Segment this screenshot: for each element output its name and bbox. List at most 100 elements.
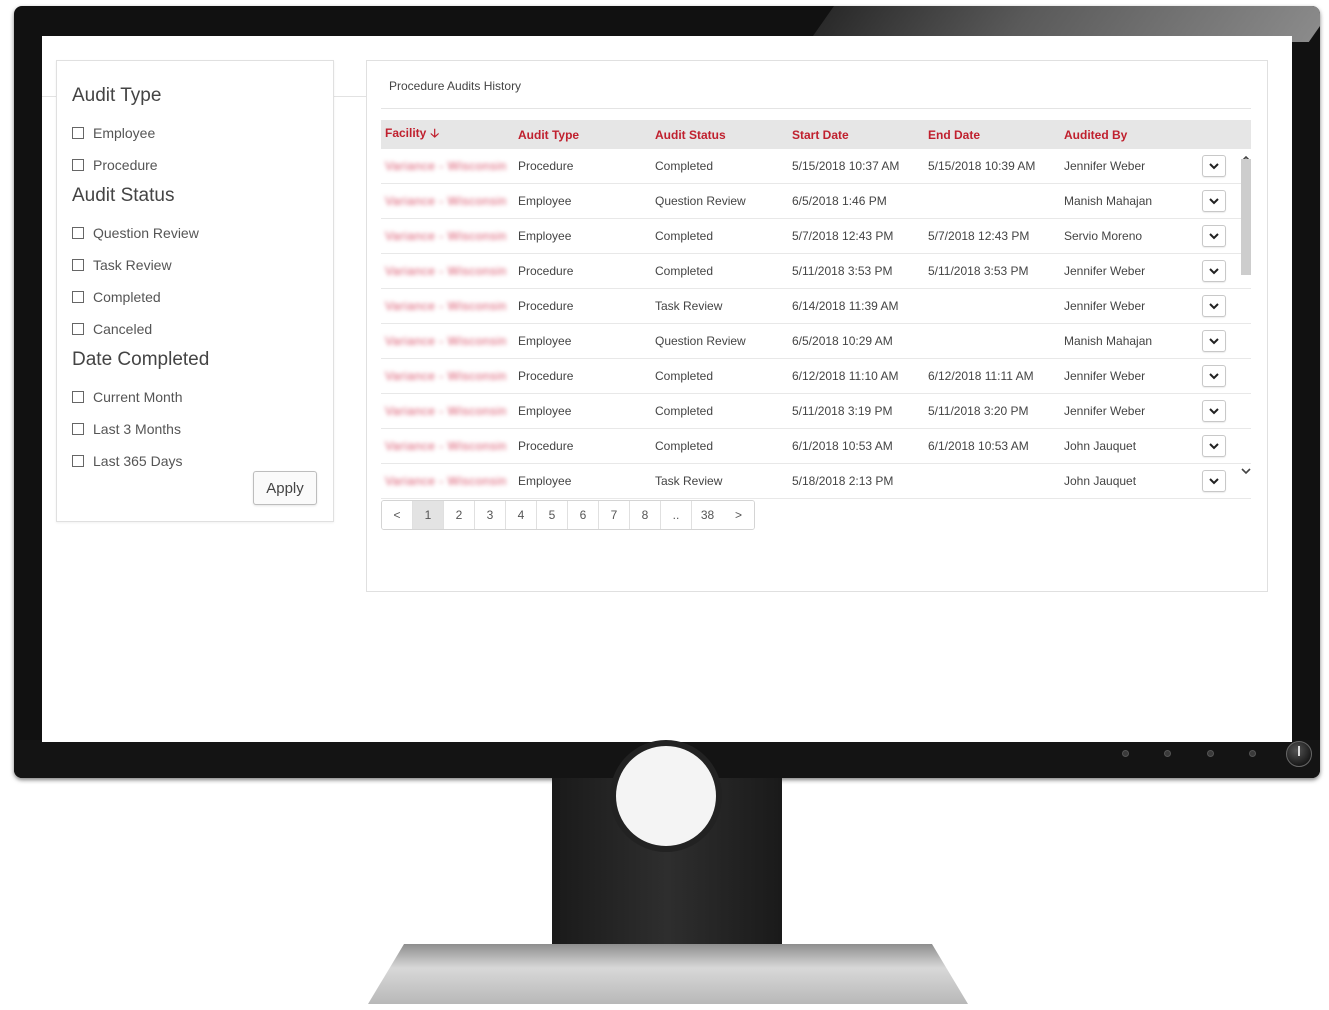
page-number-button[interactable]: 38 bbox=[692, 501, 723, 529]
cell-start-date: 5/15/2018 10:37 AM bbox=[792, 159, 900, 173]
checkbox[interactable] bbox=[72, 127, 84, 139]
facility-name-redacted: Variance - Wisconsin bbox=[385, 334, 507, 348]
facility-name-redacted: Variance - Wisconsin bbox=[385, 439, 507, 453]
monitor-screen: Audit Type Employee Procedure Audit Statu… bbox=[42, 36, 1292, 742]
table-scrollbar[interactable] bbox=[1239, 149, 1253, 499]
table-row: Variance - Wisconsin Procedure Completed 5/… bbox=[381, 149, 1251, 184]
cell-start-date: 5/7/2018 12:43 PM bbox=[792, 229, 894, 243]
cell-start-date: 6/1/2018 10:53 AM bbox=[792, 439, 893, 453]
cell-audit-type: Procedure bbox=[518, 369, 574, 383]
row-expand-button[interactable] bbox=[1202, 435, 1226, 457]
checkbox[interactable] bbox=[72, 291, 84, 303]
monitor-stand-cutout bbox=[610, 740, 722, 852]
row-expand-button[interactable] bbox=[1202, 225, 1226, 247]
row-expand-button[interactable] bbox=[1202, 155, 1226, 177]
row-expand-button[interactable] bbox=[1202, 330, 1226, 352]
row-expand-button[interactable] bbox=[1202, 295, 1226, 317]
column-header-start-date[interactable]: Start Date bbox=[792, 128, 928, 142]
cell-audit-type: Procedure bbox=[518, 264, 574, 278]
row-expand-button[interactable] bbox=[1202, 400, 1226, 422]
audits-table: Facility 🡣 Audit Type Audit Status Start … bbox=[381, 120, 1251, 499]
page-prev-button[interactable]: < bbox=[382, 501, 413, 529]
row-expand-button[interactable] bbox=[1202, 470, 1226, 492]
cell-audited-by: Manish Mahajan bbox=[1064, 194, 1153, 208]
column-header-facility[interactable]: Facility 🡣 bbox=[381, 124, 518, 145]
filter-option-label: Employee bbox=[93, 125, 156, 141]
chevron-down-icon bbox=[1209, 163, 1219, 170]
filter-option[interactable]: Current Month bbox=[72, 381, 333, 413]
cell-audited-by: John Jauquet bbox=[1064, 439, 1137, 453]
filter-option[interactable]: Employee bbox=[72, 117, 333, 149]
page-number-button[interactable]: 4 bbox=[506, 501, 537, 529]
checkbox[interactable] bbox=[72, 159, 84, 171]
filter-option[interactable]: Completed bbox=[72, 281, 333, 313]
row-expand-button[interactable] bbox=[1202, 190, 1226, 212]
audits-history-panel: Procedure Audits History Facility 🡣 Audit… bbox=[366, 60, 1268, 592]
scroll-down-icon[interactable] bbox=[1240, 465, 1252, 477]
chevron-down-icon bbox=[1209, 233, 1219, 240]
table-row: Variance - Wisconsin Procedure Completed 6/… bbox=[381, 359, 1251, 394]
table-row: Variance - Wisconsin Employee Task Review 5… bbox=[381, 464, 1251, 499]
column-header-end-date[interactable]: End Date bbox=[928, 128, 1064, 142]
facility-name-redacted: Variance - Wisconsin bbox=[385, 264, 507, 278]
monitor-button-dot bbox=[1122, 750, 1129, 757]
page-number-button[interactable]: 2 bbox=[444, 501, 475, 529]
row-expand-button[interactable] bbox=[1202, 260, 1226, 282]
cell-facility: Variance - Wisconsin bbox=[381, 264, 518, 278]
scroll-thumb[interactable] bbox=[1241, 159, 1251, 275]
page-number-button[interactable]: 3 bbox=[475, 501, 506, 529]
table-row: Variance - Wisconsin Employee Question Rev… bbox=[381, 184, 1251, 219]
page-number-button[interactable]: 8 bbox=[630, 501, 661, 529]
sort-down-arrow-icon: 🡣 bbox=[430, 126, 439, 140]
cell-audit-status: Completed bbox=[655, 159, 714, 173]
table-row: Variance - Wisconsin Procedure Completed 6/… bbox=[381, 429, 1251, 464]
filter-option-label: Current Month bbox=[93, 389, 183, 405]
cell-facility: Variance - Wisconsin bbox=[381, 194, 518, 208]
checkbox[interactable] bbox=[72, 455, 84, 467]
facility-name-redacted: Variance - Wisconsin bbox=[385, 229, 507, 243]
cell-audit-status: Question Review bbox=[655, 334, 746, 348]
checkbox[interactable] bbox=[72, 423, 84, 435]
date-completed-options: Current Month Last 3 Months Last 365 Days bbox=[72, 381, 333, 477]
column-header-audited-by[interactable]: Audited By bbox=[1064, 128, 1202, 142]
filter-option[interactable]: Task Review bbox=[72, 249, 333, 281]
filter-option[interactable]: Procedure bbox=[72, 149, 333, 181]
checkbox[interactable] bbox=[72, 391, 84, 403]
column-header-audit-status[interactable]: Audit Status bbox=[655, 128, 792, 142]
cell-actions bbox=[1202, 470, 1238, 492]
cell-audit-type: Employee bbox=[518, 404, 572, 418]
apply-button[interactable]: Apply bbox=[253, 471, 317, 505]
cell-start-date: 5/11/2018 3:19 PM bbox=[792, 404, 893, 418]
cell-audit-status: Completed bbox=[655, 404, 714, 418]
cell-end-date: 5/15/2018 10:39 AM bbox=[928, 159, 1036, 173]
cell-end-date: 5/11/2018 3:20 PM bbox=[928, 404, 1029, 418]
facility-name-redacted: Variance - Wisconsin bbox=[385, 299, 507, 313]
page-next-button[interactable]: > bbox=[723, 501, 754, 529]
cell-audit-status: Question Review bbox=[655, 194, 746, 208]
checkbox[interactable] bbox=[72, 227, 84, 239]
cell-actions bbox=[1202, 260, 1238, 282]
cell-audit-status: Task Review bbox=[655, 299, 723, 313]
filter-option[interactable]: Question Review bbox=[72, 217, 333, 249]
page-number-button[interactable]: 1 bbox=[413, 501, 444, 529]
cell-audit-type: Procedure bbox=[518, 439, 574, 453]
checkbox[interactable] bbox=[72, 259, 84, 271]
filter-option[interactable]: Canceled bbox=[72, 313, 333, 345]
checkbox[interactable] bbox=[72, 323, 84, 335]
cell-start-date: 5/18/2018 2:13 PM bbox=[792, 474, 894, 488]
filter-option[interactable]: Last 3 Months bbox=[72, 413, 333, 445]
facility-name-redacted: Variance - Wisconsin bbox=[385, 404, 507, 418]
monitor-button-dot bbox=[1164, 750, 1171, 757]
row-expand-button[interactable] bbox=[1202, 365, 1226, 387]
cell-audited-by: Manish Mahajan bbox=[1064, 334, 1153, 348]
page-number-button[interactable]: 7 bbox=[599, 501, 630, 529]
cell-audited-by: Jennifer Weber bbox=[1064, 299, 1146, 313]
cell-facility: Variance - Wisconsin bbox=[381, 439, 518, 453]
page-number-button[interactable]: 6 bbox=[568, 501, 599, 529]
column-header-audit-type[interactable]: Audit Type bbox=[518, 128, 655, 142]
page-number-button[interactable]: 5 bbox=[537, 501, 568, 529]
cell-end-date: 6/1/2018 10:53 AM bbox=[928, 439, 1029, 453]
filter-option-label: Completed bbox=[93, 289, 161, 305]
filter-option-label: Last 365 Days bbox=[93, 453, 183, 469]
cell-audit-type: Employee bbox=[518, 474, 572, 488]
